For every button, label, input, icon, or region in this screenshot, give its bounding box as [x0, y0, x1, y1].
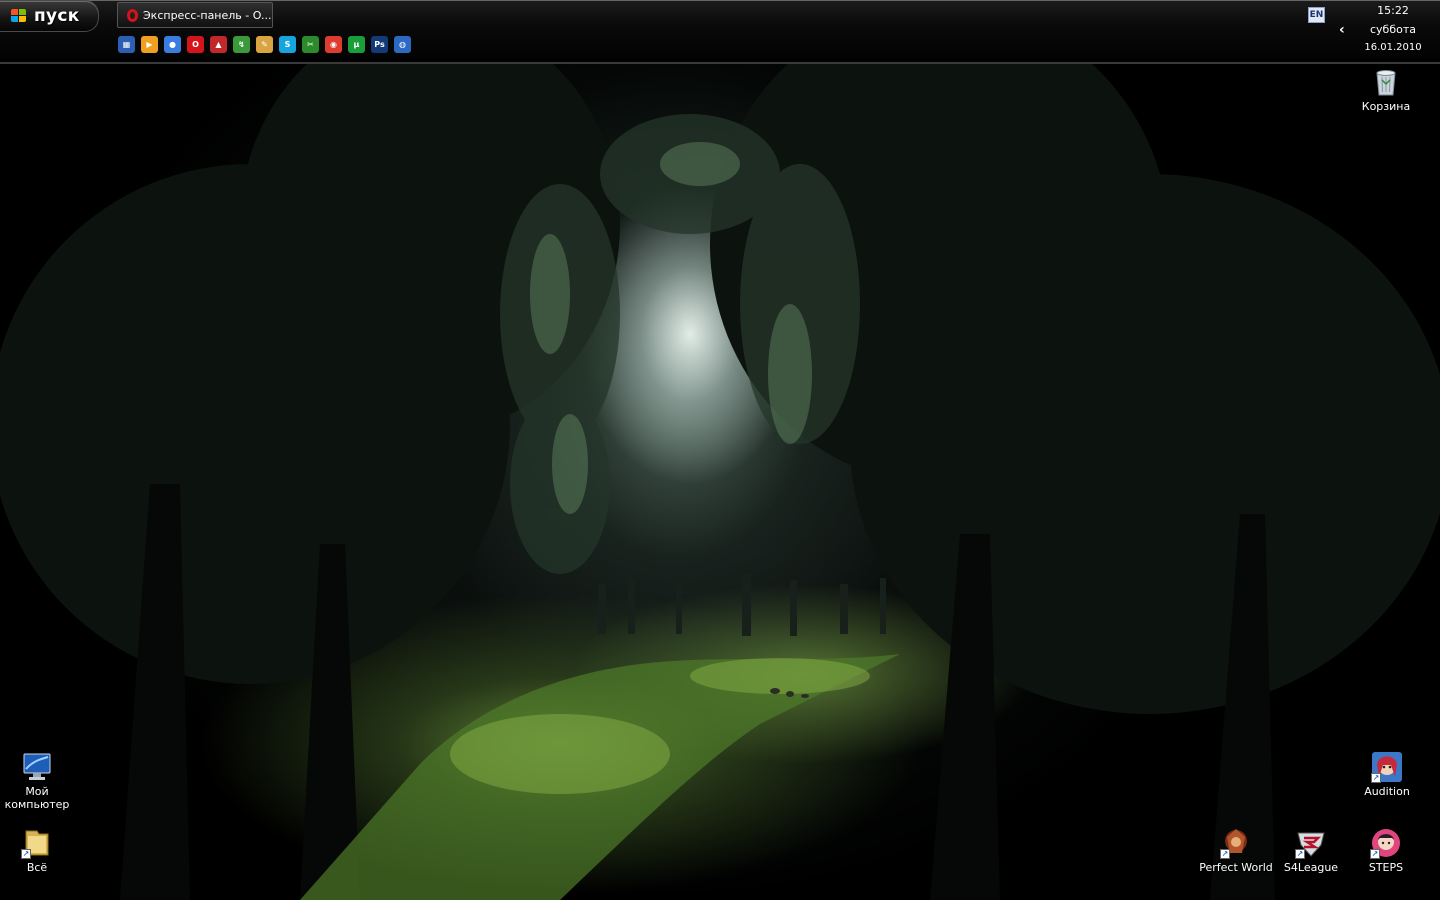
- s4league-icon: ↗: [1295, 827, 1327, 859]
- taskbar-window-label: Экспресс-панель - O...: [143, 8, 272, 22]
- pencil-icon[interactable]: ✎: [256, 36, 273, 53]
- taskbar: пуск Экспресс-панель - O... ▦ ▶ ● O ▲ ↯ ✎ S ✂ ◉ µ P…: [0, 0, 1440, 64]
- audition-icon: ↗: [1371, 751, 1403, 783]
- utorrent-icon[interactable]: µ: [348, 36, 365, 53]
- desktop-icon-steps[interactable]: ↗ STEPS: [1349, 827, 1423, 874]
- start-label: пуск: [34, 6, 80, 26]
- taskbar-window-button-opera[interactable]: Экспресс-панель - O...: [117, 2, 273, 28]
- shortcut-arrow-icon: ↗: [1370, 849, 1380, 859]
- desktop-icon-recycle-bin[interactable]: Корзина: [1349, 66, 1423, 113]
- clock-date: 16.01.2010: [1364, 42, 1422, 53]
- opera-icon[interactable]: O: [187, 36, 204, 53]
- sport-ball-icon[interactable]: ●: [164, 36, 181, 53]
- desktop-icon-all[interactable]: ↗ Всё: [0, 827, 74, 874]
- desktop-icon-label: STEPS: [1368, 861, 1404, 874]
- green-app-icon[interactable]: ↯: [233, 36, 250, 53]
- shortcut-arrow-icon: ↗: [1220, 849, 1230, 859]
- photoshop-icon[interactable]: Ps: [371, 36, 388, 53]
- desktop-icon-audition[interactable]: ↗ Audition: [1350, 751, 1424, 798]
- shortcut-arrow-icon: ↗: [1295, 849, 1305, 859]
- forest-scene: [0, 64, 1440, 900]
- my-computer-icon: [21, 751, 53, 783]
- mp3cut-icon[interactable]: ✂: [302, 36, 319, 53]
- clock-time[interactable]: 15:22: [1365, 4, 1421, 17]
- desktop-icon-perfect-world[interactable]: ↗ Perfect World: [1199, 827, 1273, 874]
- shortcut-arrow-icon: ↗: [21, 849, 31, 859]
- start-button[interactable]: пуск: [0, 0, 99, 32]
- steps-icon: ↗: [1370, 827, 1402, 859]
- skype-icon[interactable]: S: [279, 36, 296, 53]
- desktop-icon-label: Всё: [26, 861, 48, 874]
- quick-launch-bar: ▦ ▶ ● O ▲ ↯ ✎ S ✂ ◉ µ Ps ◍: [118, 36, 411, 53]
- recycle-bin-icon: [1370, 66, 1402, 98]
- language-indicator[interactable]: EN: [1308, 7, 1325, 23]
- desktop-icon-label: Audition: [1364, 785, 1410, 798]
- folder-icon: ↗: [21, 827, 53, 859]
- desktop-icon-label: Корзина: [1361, 100, 1411, 113]
- media-player-icon[interactable]: ▶: [141, 36, 158, 53]
- desktop-icon[interactable]: ▦: [118, 36, 135, 53]
- desktop-icon-label: Мой компьютер: [4, 785, 70, 811]
- desktop-wallpaper: [0, 64, 1440, 900]
- desktop-icon-s4league[interactable]: ↗ S4League: [1274, 827, 1348, 874]
- desktop-icon-label: S4League: [1283, 861, 1339, 874]
- desktop-icon-my-computer[interactable]: Мой компьютер: [0, 751, 74, 811]
- windows-logo-icon: [11, 9, 27, 23]
- clock-day: суббота: [1369, 23, 1416, 36]
- globe-icon[interactable]: ◍: [394, 36, 411, 53]
- red-app-icon[interactable]: ▲: [210, 36, 227, 53]
- tray-expand-chevron-icon[interactable]: ‹: [1339, 22, 1345, 38]
- chrome-icon[interactable]: ◉: [325, 36, 342, 53]
- desktop-icon-label: Perfect World: [1199, 861, 1273, 874]
- perfect-world-icon: ↗: [1220, 827, 1252, 859]
- shortcut-arrow-icon: ↗: [1371, 773, 1381, 783]
- opera-icon: [127, 8, 138, 22]
